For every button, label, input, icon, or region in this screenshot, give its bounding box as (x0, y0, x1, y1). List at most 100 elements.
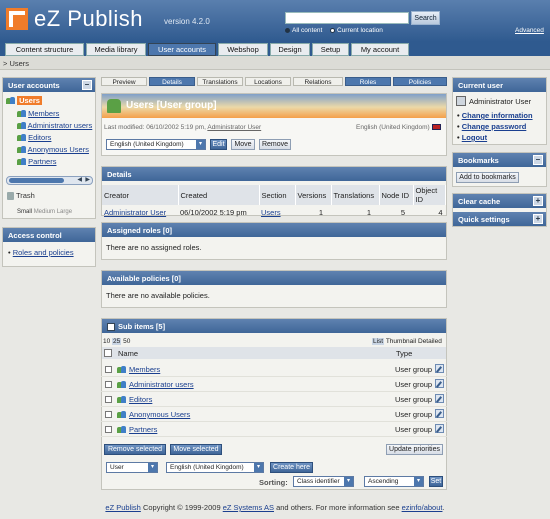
size-large[interactable]: Large (57, 209, 72, 215)
size-small[interactable]: Small (17, 209, 32, 215)
tab-webshop[interactable]: Webshop (218, 43, 268, 56)
collapse-icon[interactable]: – (533, 155, 543, 165)
view-detailed[interactable]: Detailed (418, 338, 442, 345)
edit-icon[interactable] (435, 364, 444, 373)
edit-icon[interactable] (435, 379, 444, 388)
row-checkbox[interactable] (105, 426, 112, 433)
sorting-label: Sorting: (259, 478, 288, 487)
radio-current-location[interactable]: Current location (330, 27, 383, 34)
tree-item-members[interactable]: Members (17, 109, 59, 118)
language-select[interactable]: English (United Kingdom) ▾ (106, 139, 206, 150)
row-checkbox[interactable] (105, 381, 112, 388)
sort-order-select[interactable]: Ascending ▾ (364, 476, 424, 487)
tab-setup[interactable]: Setup (312, 43, 349, 56)
top-header: eZ Publish version 4.2.0 Search All cont… (0, 0, 550, 42)
set-button[interactable]: Set (429, 476, 443, 487)
edit-icon[interactable] (435, 409, 444, 418)
col-versions: Versions (295, 185, 332, 205)
sub-item-name[interactable]: Administrator users (129, 380, 194, 389)
version-label: version 4.2.0 (164, 17, 210, 26)
create-here-button[interactable]: Create here (270, 462, 313, 473)
tree-item-users[interactable]: Users (6, 96, 42, 105)
tree-item-editors[interactable]: Editors (17, 133, 51, 142)
view-tab-details[interactable]: Details (149, 77, 195, 86)
sub-item-name[interactable]: Members (129, 365, 160, 374)
edit-icon[interactable] (435, 394, 444, 403)
user-group-icon (17, 110, 26, 118)
expand-icon[interactable]: + (533, 214, 543, 224)
class-select[interactable]: User ▾ (106, 462, 158, 473)
remove-button[interactable]: Remove (259, 139, 291, 150)
row-checkbox[interactable] (105, 396, 112, 403)
search-input[interactable] (285, 12, 409, 24)
section-link[interactable]: Users (259, 205, 295, 219)
ez-publish-link[interactable]: eZ Publish (105, 503, 140, 512)
row-checkbox[interactable] (105, 366, 112, 373)
horizontal-scrollbar[interactable]: ◀ ▶ (6, 176, 93, 185)
change-password-item[interactable]: • Change password (457, 122, 526, 131)
roles-and-policies-item[interactable]: • Roles and policies (8, 248, 74, 257)
ezinfo-about-link[interactable]: ezinfo/about (402, 503, 443, 512)
scroll-left-icon[interactable]: ◀ (77, 176, 82, 183)
scrollbar-thumb[interactable] (9, 178, 64, 183)
size-medium[interactable]: Medium (34, 209, 55, 215)
search-button[interactable]: Search (411, 11, 440, 25)
edit-button[interactable]: Edit (210, 139, 227, 150)
change-information-link[interactable]: Change information (462, 111, 533, 120)
advanced-search-link[interactable]: Advanced (515, 27, 544, 34)
footer-text: and others. For more information see (276, 503, 400, 512)
user-group-icon (117, 411, 126, 419)
tree-item-partners[interactable]: Partners (17, 157, 56, 166)
add-to-bookmarks-button[interactable]: Add to bookmarks (456, 172, 519, 183)
collapse-icon[interactable] (107, 323, 115, 332)
tree-item-administrator-users[interactable]: Administrator users (17, 121, 97, 130)
view-tab-relations[interactable]: Relations (293, 77, 343, 86)
breadcrumb: > Users (3, 59, 30, 68)
invert-selection-icon[interactable] (104, 349, 112, 357)
view-tab-roles[interactable]: Roles (345, 77, 391, 86)
scroll-right-icon[interactable]: ▶ (85, 176, 90, 183)
logout-link[interactable]: Logout (462, 133, 487, 142)
row-checkbox[interactable] (105, 411, 112, 418)
creator-value[interactable]: Administrator User (104, 208, 166, 217)
quick-settings-title[interactable]: Quick settings + (453, 212, 546, 226)
view-tab-preview[interactable]: Preview (101, 77, 147, 86)
view-thumbnail[interactable]: Thumbnail (386, 338, 416, 345)
view-tab-locations[interactable]: Locations (245, 77, 291, 86)
tab-content-structure[interactable]: Content structure (5, 43, 84, 56)
change-password-link[interactable]: Change password (462, 122, 527, 131)
section-value[interactable]: Users (261, 208, 281, 217)
change-information-item[interactable]: • Change information (457, 111, 533, 120)
collapse-icon[interactable]: – (82, 80, 92, 90)
remove-selected-button[interactable]: Remove selected (104, 444, 166, 455)
expand-icon[interactable]: + (533, 196, 543, 206)
view-tab-policies[interactable]: Policies (393, 77, 447, 86)
logout-item[interactable]: • Logout (457, 133, 487, 142)
update-priorities-button[interactable]: Update priorities (386, 444, 443, 455)
tree-item-anonymous-users[interactable]: Anonymous Users (17, 145, 89, 154)
ez-systems-link[interactable]: eZ Systems AS (223, 503, 274, 512)
roles-and-policies-link[interactable]: Roles and policies (13, 248, 74, 257)
view-list[interactable]: List (372, 338, 385, 345)
sub-item-name[interactable]: Partners (129, 425, 157, 434)
edit-icon[interactable] (435, 424, 444, 433)
creator-link[interactable]: Administrator User (102, 205, 178, 219)
move-selected-button[interactable]: Move selected (170, 444, 222, 455)
tab-user-accounts[interactable]: User accounts (148, 43, 216, 56)
tab-media-library[interactable]: Media library (86, 43, 146, 56)
clear-cache-title[interactable]: Clear cache + (453, 194, 546, 208)
radio-all-content[interactable]: All content (285, 27, 322, 34)
create-language-select[interactable]: English (United Kingdom) ▾ (166, 462, 264, 473)
limit-10[interactable]: 10 (103, 338, 110, 345)
tab-design[interactable]: Design (270, 43, 310, 56)
sub-item-name[interactable]: Anonymous Users (129, 410, 190, 419)
tab-my-account[interactable]: My account (351, 43, 409, 56)
sort-field-select[interactable]: Class identifier ▾ (293, 476, 354, 487)
trash-item[interactable]: Trash (7, 191, 35, 201)
view-tab-translations[interactable]: Translations (197, 77, 243, 86)
modifier-link[interactable]: Administrator User (207, 124, 261, 131)
sub-item-name[interactable]: Editors (129, 395, 152, 404)
move-button[interactable]: Move (231, 139, 255, 150)
limit-50[interactable]: 50 (123, 338, 130, 345)
limit-25[interactable]: 25 (112, 338, 122, 345)
